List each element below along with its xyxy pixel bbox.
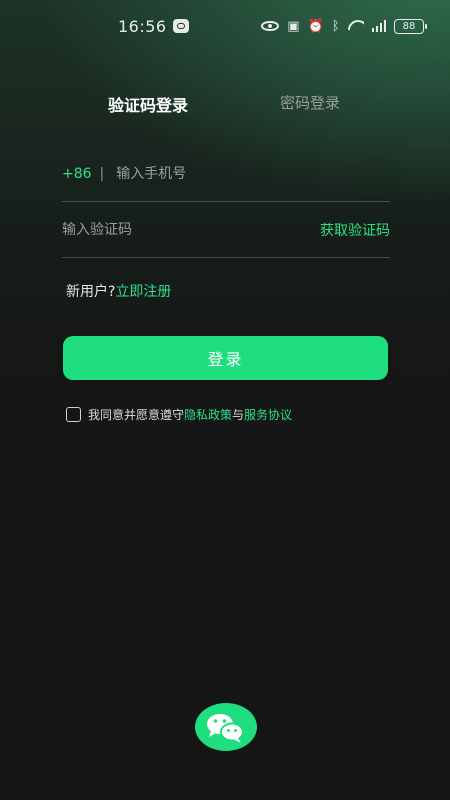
wifi-icon [348, 20, 364, 32]
wechat-icon [207, 714, 244, 743]
register-question: 新用户? [66, 284, 116, 300]
country-code-selector[interactable]: +86 [62, 166, 92, 182]
background-gradient [0, 0, 450, 800]
message-icon [172, 19, 189, 33]
register-link[interactable]: 立即注册 [115, 284, 171, 300]
phone-field: +86 | [62, 146, 390, 202]
agreement-checkbox[interactable] [66, 407, 81, 422]
tab-password-login[interactable]: 密码登录 [280, 92, 340, 113]
agreement-conjunction: 与 [232, 408, 245, 422]
login-tabs: 验证码登录 密码登录 [0, 92, 450, 118]
country-code-separator: | [99, 165, 105, 182]
signal-icon [371, 20, 386, 32]
eye-icon [261, 21, 280, 31]
privacy-policy-link[interactable]: 隐私政策 [184, 406, 232, 423]
register-prompt: 新用户?立即注册 [66, 281, 171, 301]
code-field: 获取验证码 [62, 202, 390, 258]
bluetooth-icon: ᛒ [331, 18, 340, 34]
status-bar: 16:56 ▣ ⏰ ᛒ 88 [0, 0, 450, 52]
nfc-icon: ▣ [287, 18, 300, 34]
status-left: 16:56 [118, 17, 189, 36]
alarm-icon: ⏰ [307, 18, 324, 34]
service-agreement-link[interactable]: 服务协议 [244, 406, 292, 423]
verification-code-input[interactable] [62, 221, 262, 238]
phone-input[interactable] [116, 165, 317, 182]
battery-level: 88 [402, 20, 416, 32]
login-button[interactable]: 登录 [63, 336, 388, 380]
battery-icon: 88 [394, 18, 427, 34]
agreement-text: 我同意并愿意遵守 [88, 408, 185, 422]
status-right: ▣ ⏰ ᛒ 88 [261, 18, 427, 34]
wechat-login-button[interactable] [195, 703, 257, 751]
get-code-button[interactable]: 获取验证码 [320, 220, 390, 240]
agreement-row: 我同意并愿意遵守 隐私政策与服务协议 [66, 406, 292, 423]
status-time: 16:56 [118, 16, 167, 36]
tab-sms-login[interactable]: 验证码登录 [108, 92, 188, 116]
